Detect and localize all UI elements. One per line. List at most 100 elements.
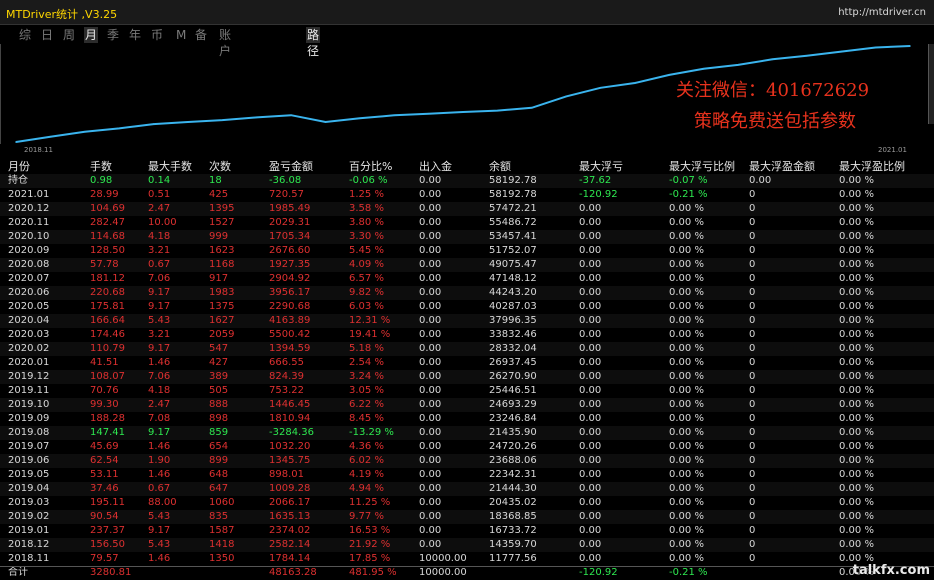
table-cell: 128.50 bbox=[90, 245, 125, 256]
table-cell: 合计 bbox=[8, 567, 28, 578]
table-cell: 8.45 % bbox=[349, 413, 384, 424]
table-cell: 0.00 bbox=[419, 371, 442, 382]
table-row[interactable]: 2019.09 188.28 7.08 898 1810.94 8.45 % 0.00 232… bbox=[0, 412, 934, 426]
table-cell: 1375 bbox=[209, 301, 235, 312]
table-row[interactable]: 2019.05 53.11 1.46 648 898.01 4.19 % 0.00 22342… bbox=[0, 468, 934, 482]
promo-strategy: 策略免费送包括参数 bbox=[694, 111, 856, 132]
table-cell: 195.11 bbox=[90, 497, 125, 508]
table-cell: 0.00 bbox=[579, 329, 602, 340]
table-cell: 0.00 bbox=[579, 217, 602, 228]
table-cell: 1927.35 bbox=[269, 259, 311, 270]
table-cell: 859 bbox=[209, 427, 229, 438]
table-row[interactable]: 2020.03 174.46 3.21 2059 5500.42 19.41 % 0.00 3… bbox=[0, 328, 934, 342]
table-cell: 0.00 bbox=[749, 175, 772, 186]
table-cell: 2020.06 bbox=[8, 287, 50, 298]
table-row[interactable]: 2019.08 147.41 9.17 859 -3284.36 -13.29 % 0.00… bbox=[0, 426, 934, 440]
table-cell: 0.00 % bbox=[669, 441, 704, 452]
table-row[interactable]: 2020.01 41.51 1.46 427 666.55 2.54 % 0.00 26937… bbox=[0, 356, 934, 370]
table-cell: 0.00 % bbox=[839, 385, 874, 396]
table-cell: 23688.06 bbox=[489, 455, 537, 466]
table-row[interactable]: 2020.10 114.68 4.18 999 1705.34 3.30 % 0.00 534… bbox=[0, 230, 934, 244]
table-row[interactable]: 2020.05 175.81 9.17 1375 2290.68 6.03 % 0.00 40… bbox=[0, 300, 934, 314]
table-cell: 最大浮亏比例 bbox=[669, 160, 735, 173]
table-cell: 3.30 % bbox=[349, 231, 384, 242]
table-cell: 0.00 % bbox=[839, 413, 874, 424]
table-cell: 0.00 % bbox=[839, 245, 874, 256]
balance-point bbox=[668, 74, 671, 76]
table-cell: -13.29 % bbox=[349, 427, 394, 438]
table-row[interactable]: 2019.02 90.54 5.43 835 1635.13 9.77 % 0.00 1836… bbox=[0, 510, 934, 524]
table-cell: 1350 bbox=[209, 553, 235, 564]
table-cell: 41.51 bbox=[90, 357, 119, 368]
table-cell: 1394.59 bbox=[269, 343, 311, 354]
table-row[interactable]: 2019.04 37.46 0.67 647 1009.28 4.94 % 0.00 2144… bbox=[0, 482, 934, 496]
table-cell: 18368.85 bbox=[489, 511, 537, 522]
table-cell: 88.00 bbox=[148, 497, 177, 508]
table-cell: 最大手数 bbox=[148, 160, 192, 173]
table-cell: 2020.10 bbox=[8, 231, 50, 242]
table-cell: 0.00 bbox=[579, 441, 602, 452]
table-cell: 盈亏金额 bbox=[269, 160, 313, 173]
table-cell: 0.00 bbox=[419, 287, 442, 298]
table-cell: 1.46 bbox=[148, 357, 171, 368]
table-cell: 62.54 bbox=[90, 455, 119, 466]
table-cell: 2018.12 bbox=[8, 539, 50, 550]
table-cell: 835 bbox=[209, 511, 229, 522]
table-cell: 1784.14 bbox=[269, 553, 311, 564]
table-cell: 0.00 % bbox=[669, 259, 704, 270]
table-row[interactable]: 2018.11 79.57 1.46 1350 1784.14 17.85 % 10000.… bbox=[0, 552, 934, 566]
table-cell: 11.25 % bbox=[349, 497, 391, 508]
table-row[interactable]: 2019.11 70.76 4.18 505 753.22 3.05 % 0.00 25446… bbox=[0, 384, 934, 398]
table-row[interactable]: 2019.10 99.30 2.47 888 1446.45 6.22 % 0.00 2469… bbox=[0, 398, 934, 412]
table-cell: 0.00 % bbox=[669, 231, 704, 242]
table-cell: 2290.68 bbox=[269, 301, 311, 312]
table-cell: 月份 bbox=[8, 160, 30, 173]
table-row[interactable]: 持仓 0.98 0.14 18 -36.08 -0.06 % 0.00 58192.78 -37… bbox=[0, 174, 934, 188]
table-row[interactable]: 2019.03 195.11 88.00 1060 2066.17 11.25 % 0.00… bbox=[0, 496, 934, 510]
table-row[interactable]: 2020.07 181.12 7.06 917 2904.92 6.57 % 0.00 471… bbox=[0, 272, 934, 286]
total-row[interactable]: 合计 3280.81 48163.28 481.95 % 10000.00 -120.92… bbox=[0, 566, 934, 580]
table-cell: 0.00 bbox=[419, 455, 442, 466]
table-cell: 1983 bbox=[209, 287, 235, 298]
table-cell: 0 bbox=[749, 301, 756, 312]
table-cell: 0.00 bbox=[579, 259, 602, 270]
table-row[interactable]: 2021.01 28.99 0.51 425 720.57 1.25 % 0.00 58192… bbox=[0, 188, 934, 202]
balance-point bbox=[83, 130, 86, 133]
table-row[interactable]: 2019.12 108.07 7.06 389 824.39 3.24 % 0.00 2627… bbox=[0, 370, 934, 384]
table-cell: 出入金 bbox=[419, 160, 452, 173]
table-row[interactable]: 2020.11 282.47 10.00 1527 2029.31 3.80 % 0.00 5… bbox=[0, 216, 934, 230]
table-row[interactable]: 2020.06 220.68 9.17 1983 3956.17 9.82 % 0.00 44… bbox=[0, 286, 934, 300]
table-row[interactable]: 2020.04 166.64 5.43 1627 4163.89 12.31 % 0.00 3… bbox=[0, 314, 934, 328]
table-row[interactable]: 2020.08 57.78 0.67 1168 1927.35 4.09 % 0.00 490… bbox=[0, 258, 934, 272]
table-cell: 57472.21 bbox=[489, 203, 537, 214]
table-cell: 5500.42 bbox=[269, 329, 311, 340]
table-cell: 3.21 bbox=[148, 245, 171, 256]
table-cell: 0.00 % bbox=[669, 315, 704, 326]
table-cell: 1587 bbox=[209, 525, 235, 536]
table-row[interactable]: 2019.06 62.54 1.90 899 1345.75 6.02 % 0.00 2368… bbox=[0, 454, 934, 468]
table-cell: 2019.12 bbox=[8, 371, 50, 382]
table-row[interactable]: 2019.01 237.37 9.17 1587 2374.02 16.53 % 0.00 1… bbox=[0, 524, 934, 538]
table-cell: 0.00 bbox=[579, 525, 602, 536]
table-row[interactable]: 2019.07 45.69 1.46 654 1032.20 4.36 % 0.00 2472… bbox=[0, 440, 934, 454]
table-cell: 40287.03 bbox=[489, 301, 537, 312]
table-row[interactable]: 2020.09 128.50 3.21 1623 2676.60 5.45 % 0.00 51… bbox=[0, 244, 934, 258]
table-row[interactable]: 2020.02 110.79 9.17 547 1394.59 5.18 % 0.00 283… bbox=[0, 342, 934, 356]
table-cell: -36.08 bbox=[269, 175, 302, 186]
table-cell: 2019.06 bbox=[8, 455, 50, 466]
table-row[interactable]: 2018.12 156.50 5.43 1418 2582.14 21.92 % 0.00 1… bbox=[0, 538, 934, 552]
table-cell: 0.00 bbox=[419, 217, 442, 228]
promo-wechat: 关注微信：401672629 bbox=[676, 80, 870, 101]
table-cell: 2020.11 bbox=[8, 217, 50, 228]
table-cell: 104.69 bbox=[90, 203, 125, 214]
table-cell: 26937.45 bbox=[489, 357, 537, 368]
table-cell: 898 bbox=[209, 413, 229, 424]
table-cell: 0.00 % bbox=[669, 371, 704, 382]
table-cell: 147.41 bbox=[90, 427, 125, 438]
table-cell: 0.00 % bbox=[669, 245, 704, 256]
table-cell: 0.00 % bbox=[839, 399, 874, 410]
table-cell: 58192.78 bbox=[489, 189, 537, 200]
table-cell: 0.00 bbox=[419, 329, 442, 340]
table-row[interactable]: 2020.12 104.69 2.47 1395 1985.49 3.58 % 0.00 57… bbox=[0, 202, 934, 216]
balance-point bbox=[840, 50, 843, 53]
